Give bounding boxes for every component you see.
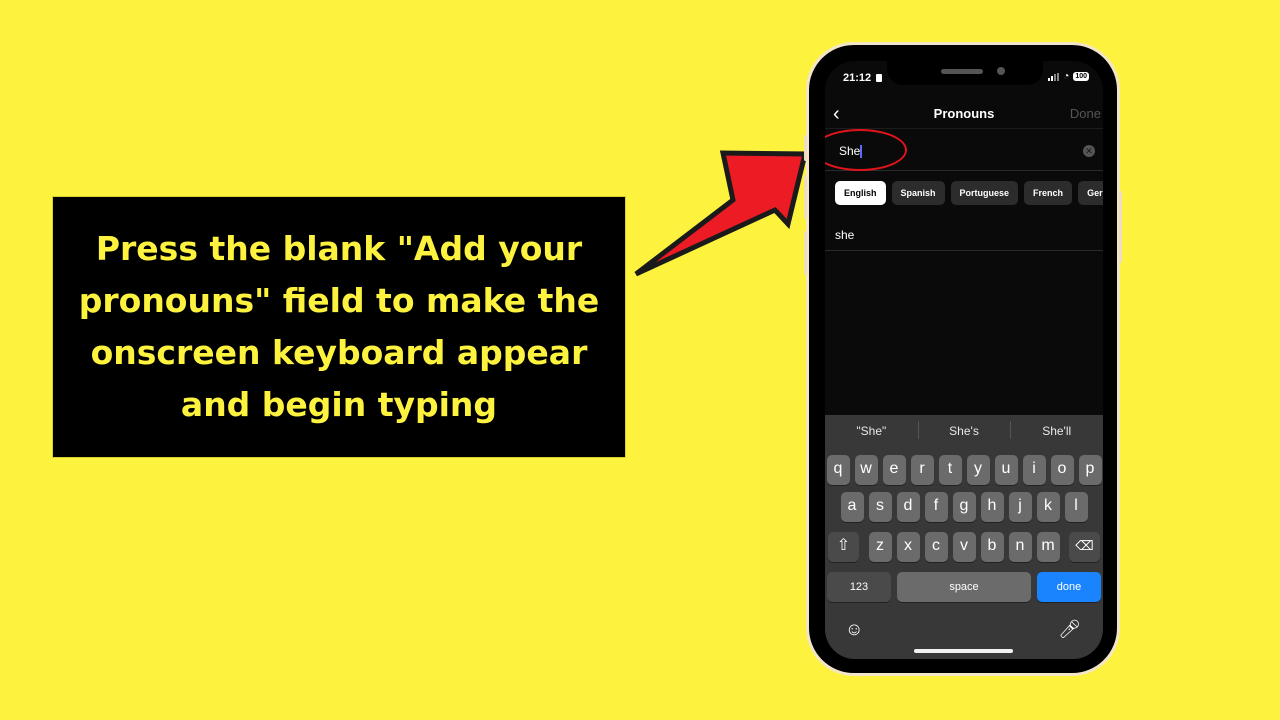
- chip-spanish[interactable]: Spanish: [891, 181, 945, 205]
- front-camera: [997, 67, 1005, 75]
- microphone-icon[interactable]: 🎤︎: [1058, 619, 1081, 640]
- key-n[interactable]: n: [1008, 532, 1032, 562]
- key-t[interactable]: t: [938, 455, 962, 485]
- key-r[interactable]: r: [910, 455, 934, 485]
- key-p[interactable]: p: [1078, 455, 1102, 485]
- person-badge-icon: [876, 74, 883, 82]
- emoji-icon[interactable]: ☺: [845, 619, 863, 640]
- phone-frame: 21:12 ◔ 100 ‹ Pronouns Done She ✕ Englis…: [804, 42, 1122, 676]
- backspace-icon[interactable]: ⌫: [1069, 532, 1100, 562]
- pointer-arrow-icon: [634, 150, 809, 277]
- shift-icon[interactable]: ⇧: [828, 532, 859, 562]
- nav-bar: ‹ Pronouns Done: [825, 99, 1103, 129]
- notch: [887, 61, 1043, 85]
- key-l[interactable]: l: [1064, 492, 1088, 522]
- key-k[interactable]: k: [1036, 492, 1060, 522]
- chip-english[interactable]: English: [835, 181, 886, 205]
- key-i[interactable]: i: [1022, 455, 1046, 485]
- battery-icon: 100: [1073, 72, 1089, 81]
- key-d[interactable]: d: [896, 492, 920, 522]
- phone-power-button: [1119, 191, 1122, 263]
- suggestion-item[interactable]: "She": [825, 424, 918, 438]
- status-time: 21:12: [843, 72, 872, 84]
- onscreen-keyboard: "She" She's She'll qwertyuiop asdfghjkl …: [825, 415, 1103, 659]
- key-j[interactable]: j: [1008, 492, 1032, 522]
- chip-german[interactable]: German: [1078, 181, 1103, 205]
- key-y[interactable]: y: [966, 455, 990, 485]
- suggestion-item[interactable]: She's: [917, 421, 1011, 439]
- key-x[interactable]: x: [896, 532, 920, 562]
- suggestion-item[interactable]: She'll: [1010, 421, 1103, 439]
- key-h[interactable]: h: [980, 492, 1004, 522]
- key-u[interactable]: u: [994, 455, 1018, 485]
- wifi-icon: ◔: [1063, 71, 1070, 82]
- keyboard-row-3: ⇧ zxcvbnm ⌫: [825, 532, 1103, 562]
- key-b[interactable]: b: [980, 532, 1004, 562]
- key-a[interactable]: a: [840, 492, 864, 522]
- pronoun-result-item[interactable]: she: [825, 215, 1103, 251]
- key-o[interactable]: o: [1050, 455, 1074, 485]
- chip-french[interactable]: French: [1024, 181, 1073, 205]
- key-s[interactable]: s: [868, 492, 892, 522]
- key-c[interactable]: c: [924, 532, 948, 562]
- key-m[interactable]: m: [1036, 532, 1060, 562]
- key-f[interactable]: f: [924, 492, 948, 522]
- keyboard-row-2: asdfghjkl: [825, 492, 1103, 522]
- numbers-key[interactable]: 123: [827, 572, 891, 602]
- keyboard-done-key[interactable]: done: [1037, 572, 1101, 602]
- chip-portuguese[interactable]: Portuguese: [950, 181, 1019, 205]
- language-chips: English Spanish Portuguese French German: [835, 181, 1103, 205]
- clear-circle-icon[interactable]: ✕: [1083, 145, 1095, 157]
- page-title: Pronouns: [933, 106, 995, 121]
- speaker: [941, 69, 983, 74]
- phone-volume-down: [804, 231, 807, 275]
- instruction-callout: Press the blank "Add your pronouns" fiel…: [52, 196, 626, 458]
- keyboard-row-1: qwertyuiop: [825, 455, 1103, 485]
- done-button[interactable]: Done: [1070, 106, 1101, 121]
- phone-screen: 21:12 ◔ 100 ‹ Pronouns Done She ✕ Englis…: [825, 61, 1103, 659]
- key-g[interactable]: g: [952, 492, 976, 522]
- home-indicator[interactable]: [914, 649, 1013, 653]
- key-e[interactable]: e: [882, 455, 906, 485]
- instruction-text: Press the blank "Add your pronouns" fiel…: [78, 229, 600, 424]
- key-v[interactable]: v: [952, 532, 976, 562]
- key-w[interactable]: w: [854, 455, 878, 485]
- signal-icon: [1048, 72, 1060, 81]
- key-q[interactable]: q: [826, 455, 850, 485]
- suggestion-bar: "She" She's She'll: [825, 415, 1103, 447]
- phone-side-button: [804, 135, 807, 161]
- keyboard-row-4: 123 space done: [825, 572, 1103, 602]
- phone-volume-up: [804, 175, 807, 219]
- space-key[interactable]: space: [897, 572, 1031, 602]
- key-z[interactable]: z: [868, 532, 892, 562]
